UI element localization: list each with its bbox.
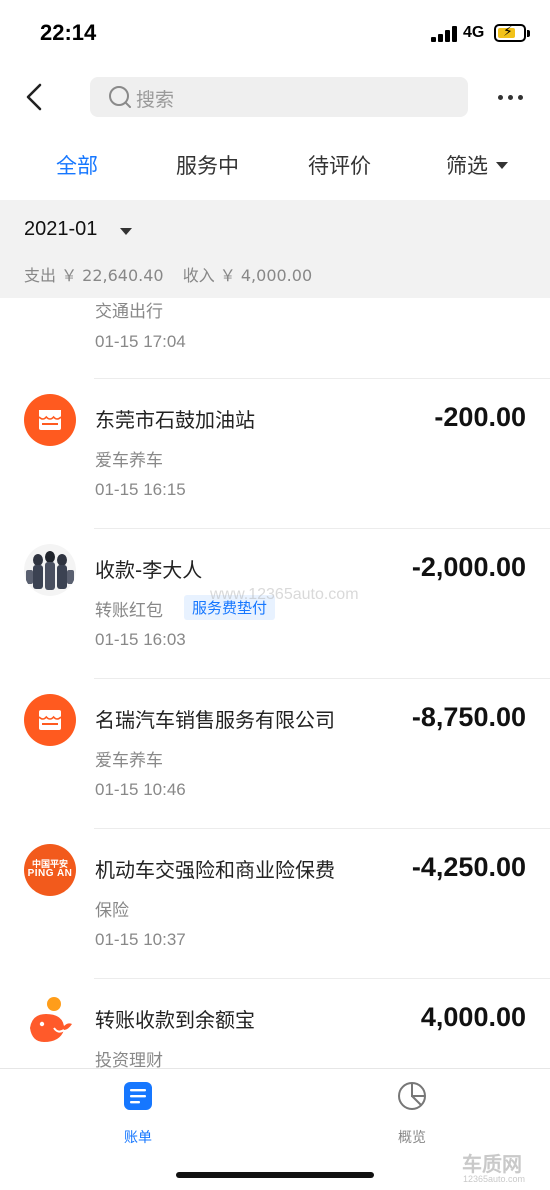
nav-bar: 搜索 [0, 70, 550, 126]
month-header: 2021-01 支出 ￥ 22,640.40 收入 ￥ 4,000.00 [0, 200, 550, 298]
item-category: 交通出行 [95, 302, 163, 322]
month-selector[interactable]: 2021-01 [24, 218, 97, 241]
filter-tabs: 全部 服务中 待评价 筛选 [0, 140, 550, 190]
item-time: 01-15 17:04 [95, 332, 186, 351]
search-icon [109, 86, 131, 108]
divider [94, 978, 550, 979]
item-title: 收款-李大人 [95, 558, 203, 582]
search-placeholder: 搜索 [136, 89, 175, 111]
tab-all[interactable]: 全部 [56, 150, 98, 180]
more-icon[interactable] [498, 95, 524, 101]
list-item[interactable]: 名瑞汽车销售服务有限公司 -8,750.00 爱车养车 01-15 10:46 [0, 678, 550, 828]
store-icon [24, 394, 76, 446]
divider [94, 678, 550, 679]
list-item[interactable]: 交通出行 01-15 17:04 [0, 298, 550, 368]
item-time: 01-15 10:37 [95, 930, 186, 949]
item-title: 转账收款到余额宝 [95, 1008, 255, 1032]
item-category: 投资理财 [95, 1051, 163, 1068]
item-category: 爱车养车 [95, 751, 163, 771]
watermark-logo: 车质网 [462, 1152, 522, 1176]
tab-to-review[interactable]: 待评价 [308, 150, 371, 180]
home-indicator[interactable] [176, 1172, 374, 1178]
network-label: 4G [463, 24, 485, 41]
divider [94, 828, 550, 829]
tab-overview[interactable]: 概览 [372, 1081, 452, 1146]
divider [94, 378, 550, 379]
month-summary: 支出 ￥ 22,640.40 收入 ￥ 4,000.00 [24, 262, 318, 286]
watermark-center: www.12365auto.com [210, 586, 359, 603]
item-category: 转账红包 [95, 601, 163, 621]
item-time: 01-15 16:15 [95, 480, 186, 499]
bill-icon [124, 1082, 152, 1110]
pingan-logo: 中国平安 PING AN [24, 844, 76, 896]
caret-down-icon [496, 161, 508, 169]
battery-icon: ⚡ [494, 24, 526, 42]
status-bar: 22:14 4G ⚡ [0, 0, 550, 66]
tab-filter-label: 筛选 [446, 154, 488, 178]
watermark-url: 12365auto.com [463, 1174, 526, 1184]
item-category: 保险 [95, 901, 129, 921]
month-expense: 支出 ￥ 22,640.40 [24, 266, 164, 285]
tab-filter[interactable]: 筛选 [446, 150, 508, 180]
tab-overview-label: 概览 [398, 1130, 426, 1146]
list-item[interactable]: 东莞市石鼓加油站 -200.00 爱车养车 01-15 16:15 [0, 378, 550, 528]
pie-chart-icon [398, 1082, 426, 1110]
caret-down-icon[interactable] [120, 228, 132, 235]
search-input[interactable]: 搜索 [90, 77, 468, 117]
list-item[interactable]: 转账收款到余额宝 4,000.00 投资理财 [0, 978, 550, 1068]
yuebao-icon [24, 994, 76, 1046]
item-title: 机动车交强险和商业险保费 [95, 858, 335, 882]
pingan-logo-en: PING AN [27, 868, 73, 879]
item-title: 东莞市石鼓加油站 [95, 408, 255, 432]
item-amount: 4,000.00 [420, 1002, 526, 1032]
month-income: 收入 ￥ 4,000.00 [182, 266, 313, 285]
item-amount: -8,750.00 [411, 702, 526, 732]
transaction-list: 交通出行 01-15 17:04 东莞市石鼓加油站 -200.00 爱车养车 0… [0, 298, 550, 1068]
tab-bill[interactable]: 账单 [98, 1081, 178, 1146]
list-item[interactable]: 中国平安 PING AN 机动车交强险和商业险保费 -4,250.00 保险 0… [0, 828, 550, 978]
item-amount: -200.00 [434, 402, 526, 432]
item-title: 名瑞汽车销售服务有限公司 [95, 708, 335, 732]
item-amount: -2,000.00 [411, 552, 526, 582]
item-category: 爱车养车 [95, 451, 163, 471]
tab-in-service[interactable]: 服务中 [176, 150, 239, 180]
store-icon [24, 694, 76, 746]
divider [94, 528, 550, 529]
item-amount: -4,250.00 [411, 852, 526, 882]
back-arrow-icon[interactable] [20, 82, 50, 112]
avatar [24, 544, 76, 596]
item-time: 01-15 10:46 [95, 780, 186, 799]
item-time: 01-15 16:03 [95, 630, 186, 649]
status-time: 22:14 [40, 20, 97, 45]
signal-icon [431, 26, 459, 42]
tab-bill-label: 账单 [124, 1130, 152, 1146]
